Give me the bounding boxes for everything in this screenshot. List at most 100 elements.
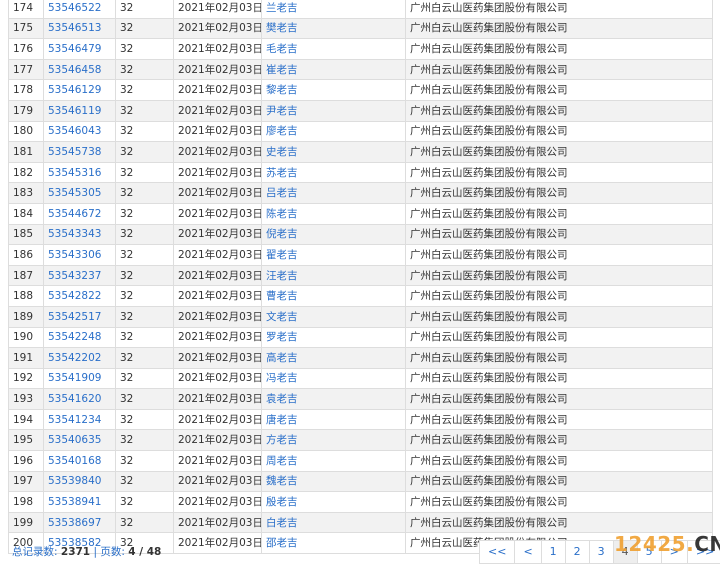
table-row: 183 53545305 32 2021年02月03日 吕老吉 广州白云山医药集团股份有限… (8, 182, 713, 204)
trademark-name-link[interactable]: 陈老吉 (261, 202, 406, 225)
row-number: 182 (8, 161, 44, 184)
total-label: 总记录数: (12, 546, 58, 558)
registration-number-link[interactable]: 53543343 (43, 223, 116, 246)
trademark-name-link[interactable]: 高老吉 (261, 347, 406, 369)
trademark-name-link[interactable]: 尹老吉 (261, 99, 406, 122)
watermark-dot: . (686, 532, 695, 556)
trademark-name-link[interactable]: 倪老吉 (261, 223, 406, 246)
trademark-name-link[interactable]: 唐老吉 (261, 408, 406, 431)
trademark-table: 174 53546522 32 2021年02月03日 兰老吉 广州白云山医药集团股份有限… (8, 0, 713, 555)
row-number: 180 (8, 120, 44, 143)
separator: | (93, 546, 98, 558)
row-number: 188 (8, 285, 44, 307)
class-cell: 32 (115, 429, 174, 452)
date-cell: 2021年02月03日 (173, 264, 262, 287)
trademark-name-link[interactable]: 殷老吉 (261, 491, 406, 513)
class-cell: 32 (115, 305, 174, 328)
trademark-name-link[interactable]: 苏老吉 (261, 161, 406, 184)
registration-number-link[interactable]: 53542248 (43, 326, 116, 349)
date-cell: 2021年02月03日 (173, 367, 262, 390)
watermark-tld: CN (694, 532, 720, 556)
class-cell: 32 (115, 161, 174, 184)
registration-number-link[interactable]: 53546513 (43, 17, 116, 40)
trademark-name-link[interactable]: 樊老吉 (261, 17, 406, 40)
table-row: 179 53546119 32 2021年02月03日 尹老吉 广州白云山医药集团股份有限… (8, 99, 713, 122)
trademark-name-link[interactable]: 邵老吉 (261, 532, 406, 555)
class-cell: 32 (115, 141, 174, 163)
registration-number-link[interactable]: 53541909 (43, 367, 116, 390)
registration-number-link[interactable]: 53546129 (43, 79, 116, 101)
registration-number-link[interactable]: 53543306 (43, 244, 116, 266)
pager-button[interactable]: << (479, 540, 516, 564)
class-cell: 32 (115, 99, 174, 122)
registration-number-link[interactable]: 53542202 (43, 347, 116, 369)
applicant-cell: 广州白云山医药集团股份有限公司 (405, 326, 713, 349)
registration-number-link[interactable]: 53540168 (43, 450, 116, 472)
trademark-name-link[interactable]: 魏老吉 (261, 470, 406, 493)
row-number: 181 (8, 141, 44, 163)
table-row: 192 53541909 32 2021年02月03日 冯老吉 广州白云山医药集团股份有限… (8, 367, 713, 390)
registration-number-link[interactable]: 53542517 (43, 305, 116, 328)
applicant-cell: 广州白云山医药集团股份有限公司 (405, 450, 713, 472)
registration-number-link[interactable]: 53545305 (43, 182, 116, 204)
pager-button[interactable]: 1 (540, 540, 566, 564)
registration-number-link[interactable]: 53545316 (43, 161, 116, 184)
class-cell: 32 (115, 223, 174, 246)
registration-number-link[interactable]: 53545738 (43, 141, 116, 163)
trademark-name-link[interactable]: 曹老吉 (261, 285, 406, 307)
registration-number-link[interactable]: 53542822 (43, 285, 116, 307)
trademark-name-link[interactable]: 翟老吉 (261, 244, 406, 266)
registration-number-link[interactable]: 53541620 (43, 388, 116, 410)
pager-button[interactable]: < (514, 540, 542, 564)
pager-button[interactable]: 3 (588, 540, 614, 564)
date-cell: 2021年02月03日 (173, 99, 262, 122)
registration-number-link[interactable]: 53546522 (43, 0, 116, 19)
trademark-name-link[interactable]: 方老吉 (261, 429, 406, 452)
trademark-name-link[interactable]: 兰老吉 (261, 0, 406, 19)
class-cell: 32 (115, 511, 174, 534)
row-number: 179 (8, 99, 44, 122)
trademark-name-link[interactable]: 史老吉 (261, 141, 406, 163)
registration-number-link[interactable]: 53543237 (43, 264, 116, 287)
trademark-name-link[interactable]: 袁老吉 (261, 388, 406, 410)
applicant-cell: 广州白云山医药集团股份有限公司 (405, 244, 713, 266)
row-number: 198 (8, 491, 44, 513)
class-cell: 32 (115, 450, 174, 472)
applicant-cell: 广州白云山医药集团股份有限公司 (405, 305, 713, 328)
registration-number-link[interactable]: 53538697 (43, 511, 116, 534)
trademark-name-link[interactable]: 白老吉 (261, 511, 406, 534)
applicant-cell: 广州白云山医药集团股份有限公司 (405, 120, 713, 143)
registration-number-link[interactable]: 53541234 (43, 408, 116, 431)
registration-number-link[interactable]: 53546458 (43, 58, 116, 81)
pages-value: 4 / 48 (128, 546, 162, 558)
registration-number-link[interactable]: 53544672 (43, 202, 116, 225)
applicant-cell: 广州白云山医药集团股份有限公司 (405, 264, 713, 287)
registration-number-link[interactable]: 53540635 (43, 429, 116, 452)
registration-number-link[interactable]: 53546479 (43, 38, 116, 60)
trademark-name-link[interactable]: 吕老吉 (261, 182, 406, 204)
trademark-name-link[interactable]: 崔老吉 (261, 58, 406, 81)
registration-number-link[interactable]: 53538941 (43, 491, 116, 513)
row-number: 189 (8, 305, 44, 328)
trademark-name-link[interactable]: 黎老吉 (261, 79, 406, 101)
trademark-name-link[interactable]: 毛老吉 (261, 38, 406, 60)
site-watermark-logo: 12425.CN (614, 532, 720, 556)
trademark-name-link[interactable]: 周老吉 (261, 450, 406, 472)
trademark-name-link[interactable]: 文老吉 (261, 305, 406, 328)
table-row: 199 53538697 32 2021年02月03日 白老吉 广州白云山医药集团股份有限… (8, 511, 713, 534)
trademark-name-link[interactable]: 罗老吉 (261, 326, 406, 349)
applicant-cell: 广州白云山医药集团股份有限公司 (405, 388, 713, 410)
class-cell: 32 (115, 326, 174, 349)
registration-number-link[interactable]: 53546043 (43, 120, 116, 143)
applicant-cell: 广州白云山医药集团股份有限公司 (405, 99, 713, 122)
class-cell: 32 (115, 244, 174, 266)
pager-button[interactable]: 2 (564, 540, 590, 564)
trademark-name-link[interactable]: 汪老吉 (261, 264, 406, 287)
registration-number-link[interactable]: 53546119 (43, 99, 116, 122)
row-number: 197 (8, 470, 44, 493)
trademark-name-link[interactable]: 廖老吉 (261, 120, 406, 143)
date-cell: 2021年02月03日 (173, 141, 262, 163)
trademark-name-link[interactable]: 冯老吉 (261, 367, 406, 390)
date-cell: 2021年02月03日 (173, 532, 262, 555)
registration-number-link[interactable]: 53539840 (43, 470, 116, 493)
